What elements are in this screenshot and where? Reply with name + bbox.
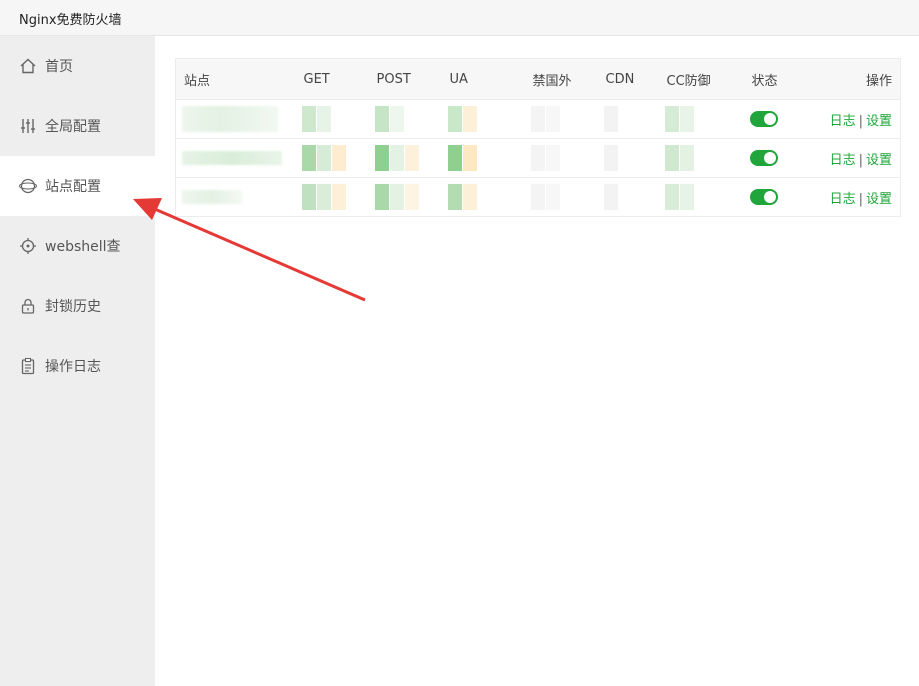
- ua-toggle-redacted: [441, 138, 525, 178]
- ops-separator: |: [858, 191, 863, 207]
- status-cell: [743, 138, 814, 178]
- sidebar-item-label: 封锁历史: [45, 299, 101, 315]
- sidebar-item-site-config[interactable]: 站点配置: [0, 156, 155, 216]
- sites-table: 站点 GET POST UA 禁国外 CDN CC防御 状态 操作 日志 | 设…: [175, 58, 901, 217]
- get-toggle-redacted: [295, 138, 369, 178]
- post-toggle-redacted: [368, 99, 442, 139]
- col-header-get: GET: [295, 58, 369, 100]
- post-toggle-redacted: [368, 138, 442, 178]
- cc-toggle-redacted: [658, 99, 744, 139]
- settings-link[interactable]: 设置: [866, 192, 892, 207]
- clipboard-icon: [21, 357, 35, 375]
- get-toggle-redacted: [295, 177, 369, 217]
- cc-toggle-redacted: [658, 177, 744, 217]
- cdn-redacted: [597, 138, 659, 178]
- sidebar-item-webshell[interactable]: webshell查: [0, 216, 155, 276]
- ua-toggle-redacted: [441, 177, 525, 217]
- lock-icon: [21, 298, 35, 314]
- col-header-ban-abroad: 禁国外: [524, 58, 598, 100]
- sliders-icon: [21, 119, 35, 133]
- ban-abroad-redacted: [524, 99, 598, 139]
- site-name-redacted: [175, 138, 296, 178]
- sidebar-item-global-config[interactable]: 全局配置: [0, 96, 155, 156]
- cdn-redacted: [597, 99, 659, 139]
- settings-link[interactable]: 设置: [866, 114, 892, 129]
- table-header-row: 站点 GET POST UA 禁国外 CDN CC防御 状态 操作: [175, 58, 901, 100]
- log-link[interactable]: 日志: [830, 114, 856, 129]
- sidebar-item-home[interactable]: 首页: [0, 36, 155, 96]
- table-row: 日志 | 设置: [175, 138, 901, 178]
- status-cell: [743, 177, 814, 217]
- home-icon: [20, 58, 36, 74]
- ops-separator: |: [858, 113, 863, 129]
- site-name-redacted: [175, 99, 296, 139]
- sidebar: 首页 全局配置 站点配置 webshell查 封锁历史 操作日志: [0, 36, 155, 686]
- sidebar-item-ban-history[interactable]: 封锁历史: [0, 276, 155, 336]
- main-content: 站点 GET POST UA 禁国外 CDN CC防御 状态 操作 日志 | 设…: [155, 36, 919, 686]
- ops-separator: |: [858, 152, 863, 168]
- sidebar-item-label: webshell查: [45, 239, 121, 255]
- cc-toggle-redacted: [658, 138, 744, 178]
- post-toggle-redacted: [368, 177, 442, 217]
- sidebar-item-label: 站点配置: [45, 179, 101, 195]
- site-name-redacted: [175, 177, 296, 217]
- col-header-ua: UA: [441, 58, 525, 100]
- status-toggle[interactable]: [749, 150, 778, 166]
- sidebar-item-label: 全局配置: [45, 119, 101, 135]
- col-header-cc: CC防御: [658, 58, 744, 100]
- window-title: Nginx免费防火墙: [19, 13, 122, 28]
- globe-icon: [19, 178, 37, 194]
- ban-abroad-redacted: [524, 177, 598, 217]
- col-header-cdn: CDN: [597, 58, 659, 100]
- title-bar: Nginx免费防火墙: [0, 0, 919, 36]
- status-cell: [743, 99, 814, 139]
- status-toggle[interactable]: [749, 189, 778, 205]
- table-row: 日志 | 设置: [175, 99, 901, 139]
- col-header-status: 状态: [743, 58, 814, 100]
- status-toggle[interactable]: [749, 111, 778, 127]
- table-row: 日志 | 设置: [175, 177, 901, 217]
- col-header-site: 站点: [175, 58, 296, 100]
- col-header-ops: 操作: [813, 58, 901, 100]
- log-link[interactable]: 日志: [830, 153, 856, 168]
- ua-toggle-redacted: [441, 99, 525, 139]
- ops-cell: 日志 | 设置: [813, 177, 901, 217]
- cdn-redacted: [597, 177, 659, 217]
- get-toggle-redacted: [295, 99, 369, 139]
- ops-cell: 日志 | 设置: [813, 138, 901, 178]
- sidebar-item-label: 操作日志: [45, 359, 101, 375]
- col-header-post: POST: [368, 58, 442, 100]
- settings-link[interactable]: 设置: [866, 153, 892, 168]
- target-icon: [20, 238, 36, 254]
- ban-abroad-redacted: [524, 138, 598, 178]
- ops-cell: 日志 | 设置: [813, 99, 901, 139]
- log-link[interactable]: 日志: [830, 192, 856, 207]
- sidebar-item-label: 首页: [45, 59, 73, 75]
- sidebar-item-operation-log[interactable]: 操作日志: [0, 336, 155, 396]
